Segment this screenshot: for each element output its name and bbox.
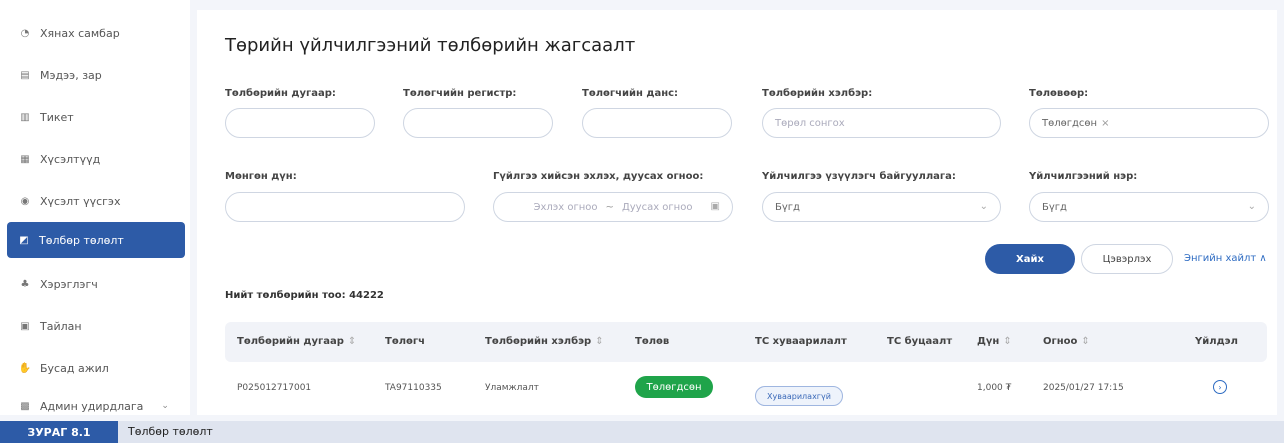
sidebar-item-label: Хүсэлтүүд — [40, 152, 101, 166]
report-icon: ▣ — [20, 320, 30, 332]
status-label: Төлөвөөр: — [1029, 88, 1089, 99]
sidebar-item-report[interactable]: ▣ Тайлан — [0, 308, 190, 344]
news-icon: ▤ — [20, 69, 30, 81]
payer-register-label: Төлөгчийн регистр: — [403, 88, 517, 99]
column-header-refund: ТС буцаалт — [887, 336, 953, 347]
figure-caption: ЗУРАГ 8.1 Төлбөр төлөлт — [0, 421, 1284, 443]
dashboard-icon: ◔ — [20, 27, 30, 39]
column-header-status: Төлөв — [635, 336, 670, 347]
sidebar-item-label: Мэдээ, зар — [40, 68, 102, 82]
total-count: Нийт төлбөрийн тоо: 44222 — [225, 290, 384, 301]
sidebar-item-news[interactable]: ▤ Мэдээ, зар — [0, 57, 190, 93]
sidebar-item-dashboard[interactable]: ◔ Хянах самбар — [0, 15, 190, 51]
status-select[interactable]: Төлөгдсөн × — [1029, 108, 1269, 138]
sidebar-item-label: Хэрэглэгч — [40, 277, 98, 291]
requests-icon: ▦ — [20, 153, 30, 165]
date-range-picker[interactable]: Эхлэх огноо ~ Дуусах огноо ▣ — [493, 192, 733, 222]
sidebar-item-ticket[interactable]: ▥ Тикет — [0, 99, 190, 135]
column-header-date[interactable]: Огноо ⇕ — [1043, 336, 1090, 347]
sidebar-item-payment[interactable]: ◩ Төлбөр төлөлт — [7, 222, 185, 258]
cell-amount: 1,000 ₮ — [977, 383, 1012, 393]
sort-icon: ⇕ — [1081, 336, 1090, 347]
payment-number-label: Төлбөрийн дугаар: — [225, 88, 336, 99]
provider-org-select[interactable]: Бүгд ⌄ — [762, 192, 1001, 222]
view-icon[interactable]: › — [1213, 380, 1227, 394]
cell-payment-type: Уламжлалт — [485, 383, 539, 393]
payment-number-input[interactable] — [225, 108, 375, 138]
payment-type-label: Төлбөрийн хэлбэр: — [762, 88, 873, 99]
provider-org-label: Үйлчилгээ үзүүлэгч байгууллага: — [762, 171, 956, 182]
cell-date: 2025/01/27 17:15 — [1043, 383, 1124, 393]
column-header-allocation: ТС хуваарилалт — [755, 336, 847, 347]
chevron-down-icon: ⌄ — [161, 401, 169, 411]
payer-account-input[interactable] — [582, 108, 732, 138]
date-separator: ~ — [605, 201, 614, 213]
main-panel: Төрийн үйлчилгээний төлбөрийн жагсаалт Т… — [197, 10, 1277, 415]
service-name-value: Бүгд — [1042, 201, 1067, 213]
remove-tag-icon[interactable]: × — [1101, 118, 1109, 129]
sidebar-item-users[interactable]: ♣ Хэрэглэгч — [0, 266, 190, 302]
sidebar-item-admin[interactable]: ▩ Админ удирдлага ⌄ — [0, 388, 190, 424]
table-header — [225, 322, 1267, 362]
payment-type-placeholder: Төрөл сонгох — [775, 117, 845, 129]
simple-search-toggle[interactable]: Энгийн хайлт ∧ — [1184, 253, 1267, 264]
sort-icon: ⇕ — [1003, 336, 1012, 347]
sidebar: ◔ Хянах самбар ▤ Мэдээ, зар ▥ Тикет ▦ Хүсэлт… — [0, 0, 190, 415]
start-date-placeholder: Эхлэх огноо — [533, 201, 598, 213]
page-title: Төрийн үйлчилгээний төлбөрийн жагсаалт — [225, 35, 636, 56]
column-header-payer: Төлөгч — [385, 336, 425, 347]
payer-account-label: Төлөгчийн данс: — [582, 88, 679, 99]
sidebar-item-label: Админ удирдлага — [40, 399, 144, 413]
sidebar-item-label: Тайлан — [40, 319, 82, 333]
payer-register-input[interactable] — [403, 108, 553, 138]
figure-number: ЗУРАГ 8.1 — [0, 421, 118, 443]
date-range-label: Гүйлгээ хийсэн эхлэх, дуусах огноо: — [493, 171, 704, 182]
status-tag: Төлөгдсөн — [1042, 117, 1098, 129]
column-header-action: Үйлдэл — [1195, 336, 1238, 347]
payment-type-select[interactable]: Төрөл сонгох — [762, 108, 1001, 138]
amount-input[interactable] — [225, 192, 465, 222]
cell-payer: TA97110335 — [385, 383, 442, 393]
search-button[interactable]: Хайх — [985, 244, 1075, 274]
user-icon: ♣ — [20, 278, 30, 290]
service-name-label: Үйлчилгээний нэр: — [1029, 171, 1138, 182]
sidebar-item-label: Төлбөр төлөлт — [39, 233, 124, 247]
column-header-payment-type[interactable]: Төлбөрийн хэлбэр ⇕ — [485, 336, 604, 347]
sidebar-item-label: Хүсэлт үүсгэх — [40, 194, 121, 208]
allocation-badge: Хуваарилахгүй — [755, 386, 843, 406]
sidebar-item-label: Хянах самбар — [40, 26, 120, 40]
ticket-icon: ▥ — [20, 111, 30, 123]
column-header-payment-number[interactable]: Төлбөрийн дугаар ⇕ — [237, 336, 356, 347]
figure-text: Төлбөр төлөлт — [128, 425, 213, 438]
sidebar-item-create-request[interactable]: ◉ Хүсэлт үүсгэх — [0, 183, 190, 219]
service-name-select[interactable]: Бүгд ⌄ — [1029, 192, 1269, 222]
cell-payment-number: P025012717001 — [237, 383, 312, 393]
create-request-icon: ◉ — [20, 195, 30, 207]
sort-icon: ⇕ — [595, 336, 604, 347]
clear-button[interactable]: Цэвэрлэх — [1081, 244, 1173, 274]
payment-icon: ◩ — [19, 234, 29, 246]
status-badge: Төлөгдсөн — [635, 376, 713, 398]
sort-icon: ⇕ — [347, 336, 357, 347]
amount-label: Мөнгөн дүн: — [225, 171, 297, 182]
column-header-amount[interactable]: Дүн ⇕ — [977, 336, 1012, 347]
admin-icon: ▩ — [20, 400, 30, 412]
sidebar-item-other-work[interactable]: ✋ Бусад ажил — [0, 350, 190, 386]
chevron-down-icon: ⌄ — [979, 201, 988, 212]
sidebar-item-requests[interactable]: ▦ Хүсэлтүүд — [0, 141, 190, 177]
chevron-down-icon: ⌄ — [1247, 201, 1256, 212]
provider-org-value: Бүгд — [775, 201, 800, 213]
sidebar-item-label: Тикет — [40, 110, 74, 124]
end-date-placeholder: Дуусах огноо — [621, 201, 693, 213]
calendar-icon: ▣ — [710, 201, 720, 212]
sidebar-item-label: Бусад ажил — [40, 361, 109, 375]
other-work-icon: ✋ — [18, 362, 32, 374]
